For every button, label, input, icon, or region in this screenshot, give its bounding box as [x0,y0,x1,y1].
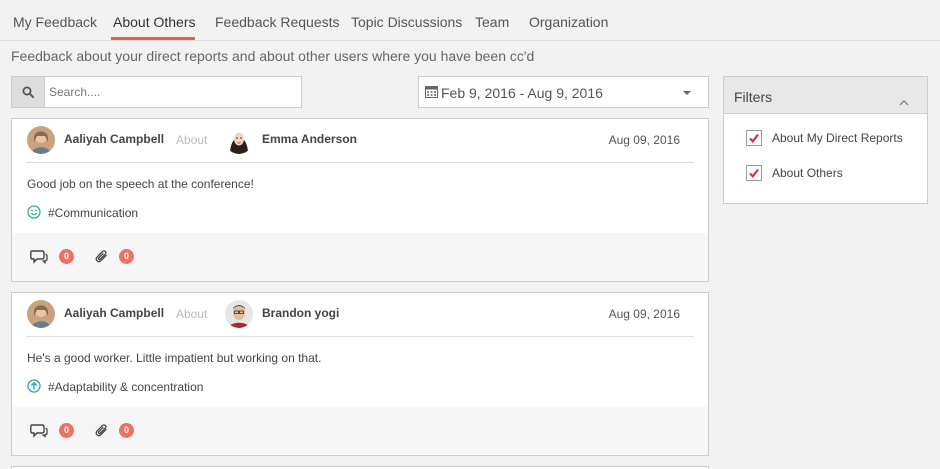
search-box [11,76,302,108]
chevron-down-icon [683,91,691,95]
date-range-dropdown[interactable]: Feb 9, 2016 - Aug 9, 2016 [418,76,709,108]
feedback-date: Aug 09, 2016 [608,133,680,147]
tab-topic-discussions[interactable]: Topic Discussions [351,14,462,30]
feedback-card-footer: 0 0 [12,407,708,455]
calendar-icon [425,85,438,103]
tag-label: #Adaptability & concentration [48,380,204,394]
filters-header[interactable]: Filters [724,77,927,114]
filter-label: About Others [772,166,843,180]
comment-count-badge: 0 [59,249,74,264]
tab-my-feedback[interactable]: My Feedback [13,14,97,30]
arrow-up-circle-icon [27,379,41,398]
subject-name[interactable]: Brandon yogi [262,306,339,320]
date-range-label: Feb 9, 2016 - Aug 9, 2016 [441,85,603,101]
main-tabs: My Feedback About Others Feedback Reques… [0,0,940,41]
tab-about-others[interactable]: About Others [113,14,196,30]
author-avatar [27,300,55,328]
filter-label: About My Direct Reports [772,131,903,145]
subject-avatar [225,126,253,154]
checkbox-about-others[interactable] [746,165,762,181]
checkbox-direct-reports[interactable] [746,130,762,146]
comment-icon[interactable] [30,249,48,269]
smiley-icon [27,205,41,224]
tab-organization[interactable]: Organization [529,14,608,30]
subject-name[interactable]: Emma Anderson [262,132,357,146]
feedback-card-header: Aaliyah Campbell About Brandon yogi Aug … [26,293,694,337]
feedback-card-footer: 0 0 [12,233,708,281]
attachment-count-badge: 0 [119,249,134,264]
about-label: About [176,307,208,321]
feedback-card-header: Aaliyah Campbell About Emma Anderson Aug… [26,119,694,163]
author-name[interactable]: Aaliyah Campbell [64,132,164,146]
paperclip-icon[interactable] [94,423,109,443]
feedback-card: Aaliyah Campbell About Brandon yogi Aug … [11,292,709,456]
tab-feedback-requests[interactable]: Feedback Requests [215,14,340,30]
about-label: About [176,133,208,147]
feedback-card: Aaliyah Campbell About Emma Anderson Aug… [11,118,709,282]
subject-avatar [225,300,253,328]
filters-panel: Filters About My Direct Reports About Ot… [723,76,928,204]
search-icon[interactable] [12,77,45,107]
filters-title: Filters [734,89,773,105]
chevron-up-icon[interactable] [899,93,909,111]
feedback-message: He's a good worker. Little impatient but… [27,351,322,365]
author-avatar [27,126,55,154]
tab-team[interactable]: Team [475,14,509,30]
active-tab-indicator [111,37,195,40]
feedback-message: Good job on the speech at the conference… [27,177,254,191]
attachment-count-badge: 0 [119,423,134,438]
tag-label: #Communication [48,206,139,220]
author-name[interactable]: Aaliyah Campbell [64,306,164,320]
comment-count-badge: 0 [59,423,74,438]
search-input[interactable] [46,77,301,107]
page-subtitle: Feedback about your direct reports and a… [11,48,535,64]
paperclip-icon[interactable] [94,249,109,269]
comment-icon[interactable] [30,423,48,443]
feedback-date: Aug 09, 2016 [608,307,680,321]
